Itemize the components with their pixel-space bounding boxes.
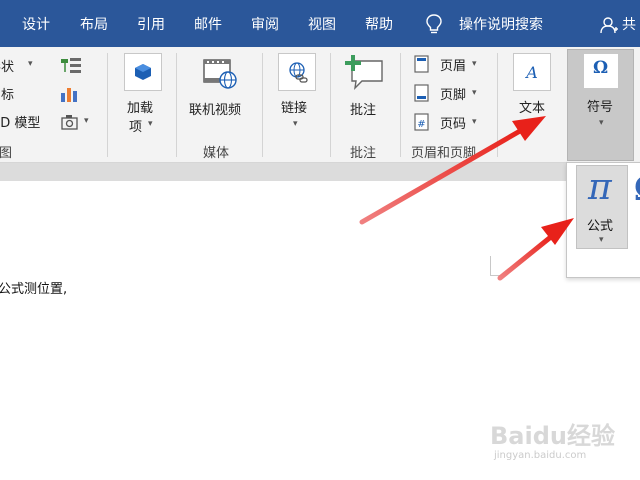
baidu-watermark: Baidu经验 jingyan.baidu.com	[488, 406, 638, 476]
watermark-sub-text: jingyan.baidu.com	[494, 450, 587, 461]
red-arrow-to-equation	[497, 218, 574, 281]
watermark-main-text: Baidu经验	[490, 422, 615, 450]
red-arrow-to-symbols	[359, 116, 546, 225]
